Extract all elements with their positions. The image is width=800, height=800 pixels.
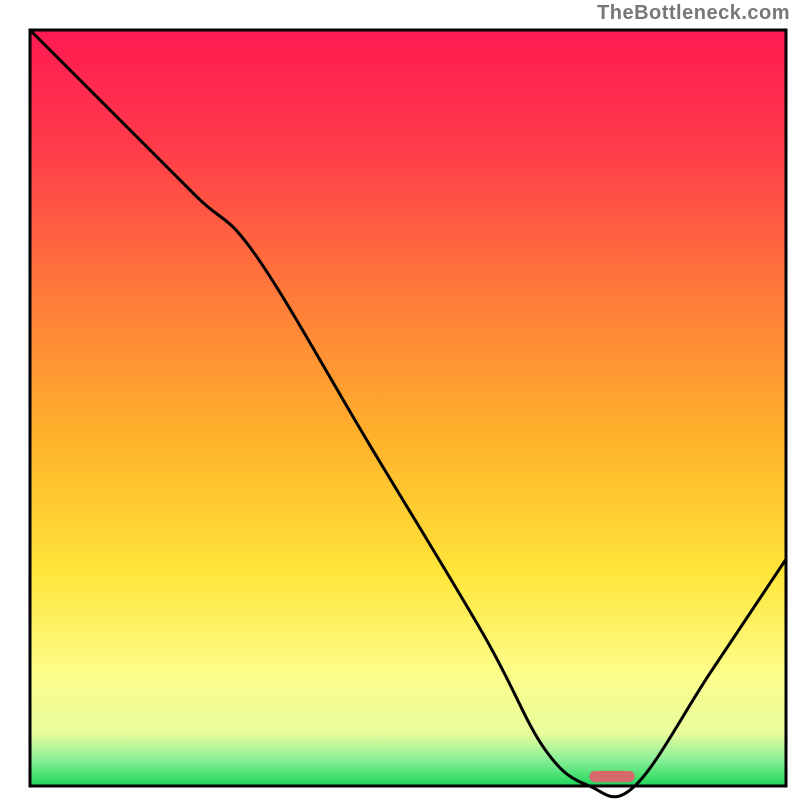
optimal-marker [589,771,634,782]
chart-stage: TheBottleneck.com [0,0,800,800]
watermark-text: TheBottleneck.com [597,2,790,25]
bottleneck-chart [0,0,800,800]
